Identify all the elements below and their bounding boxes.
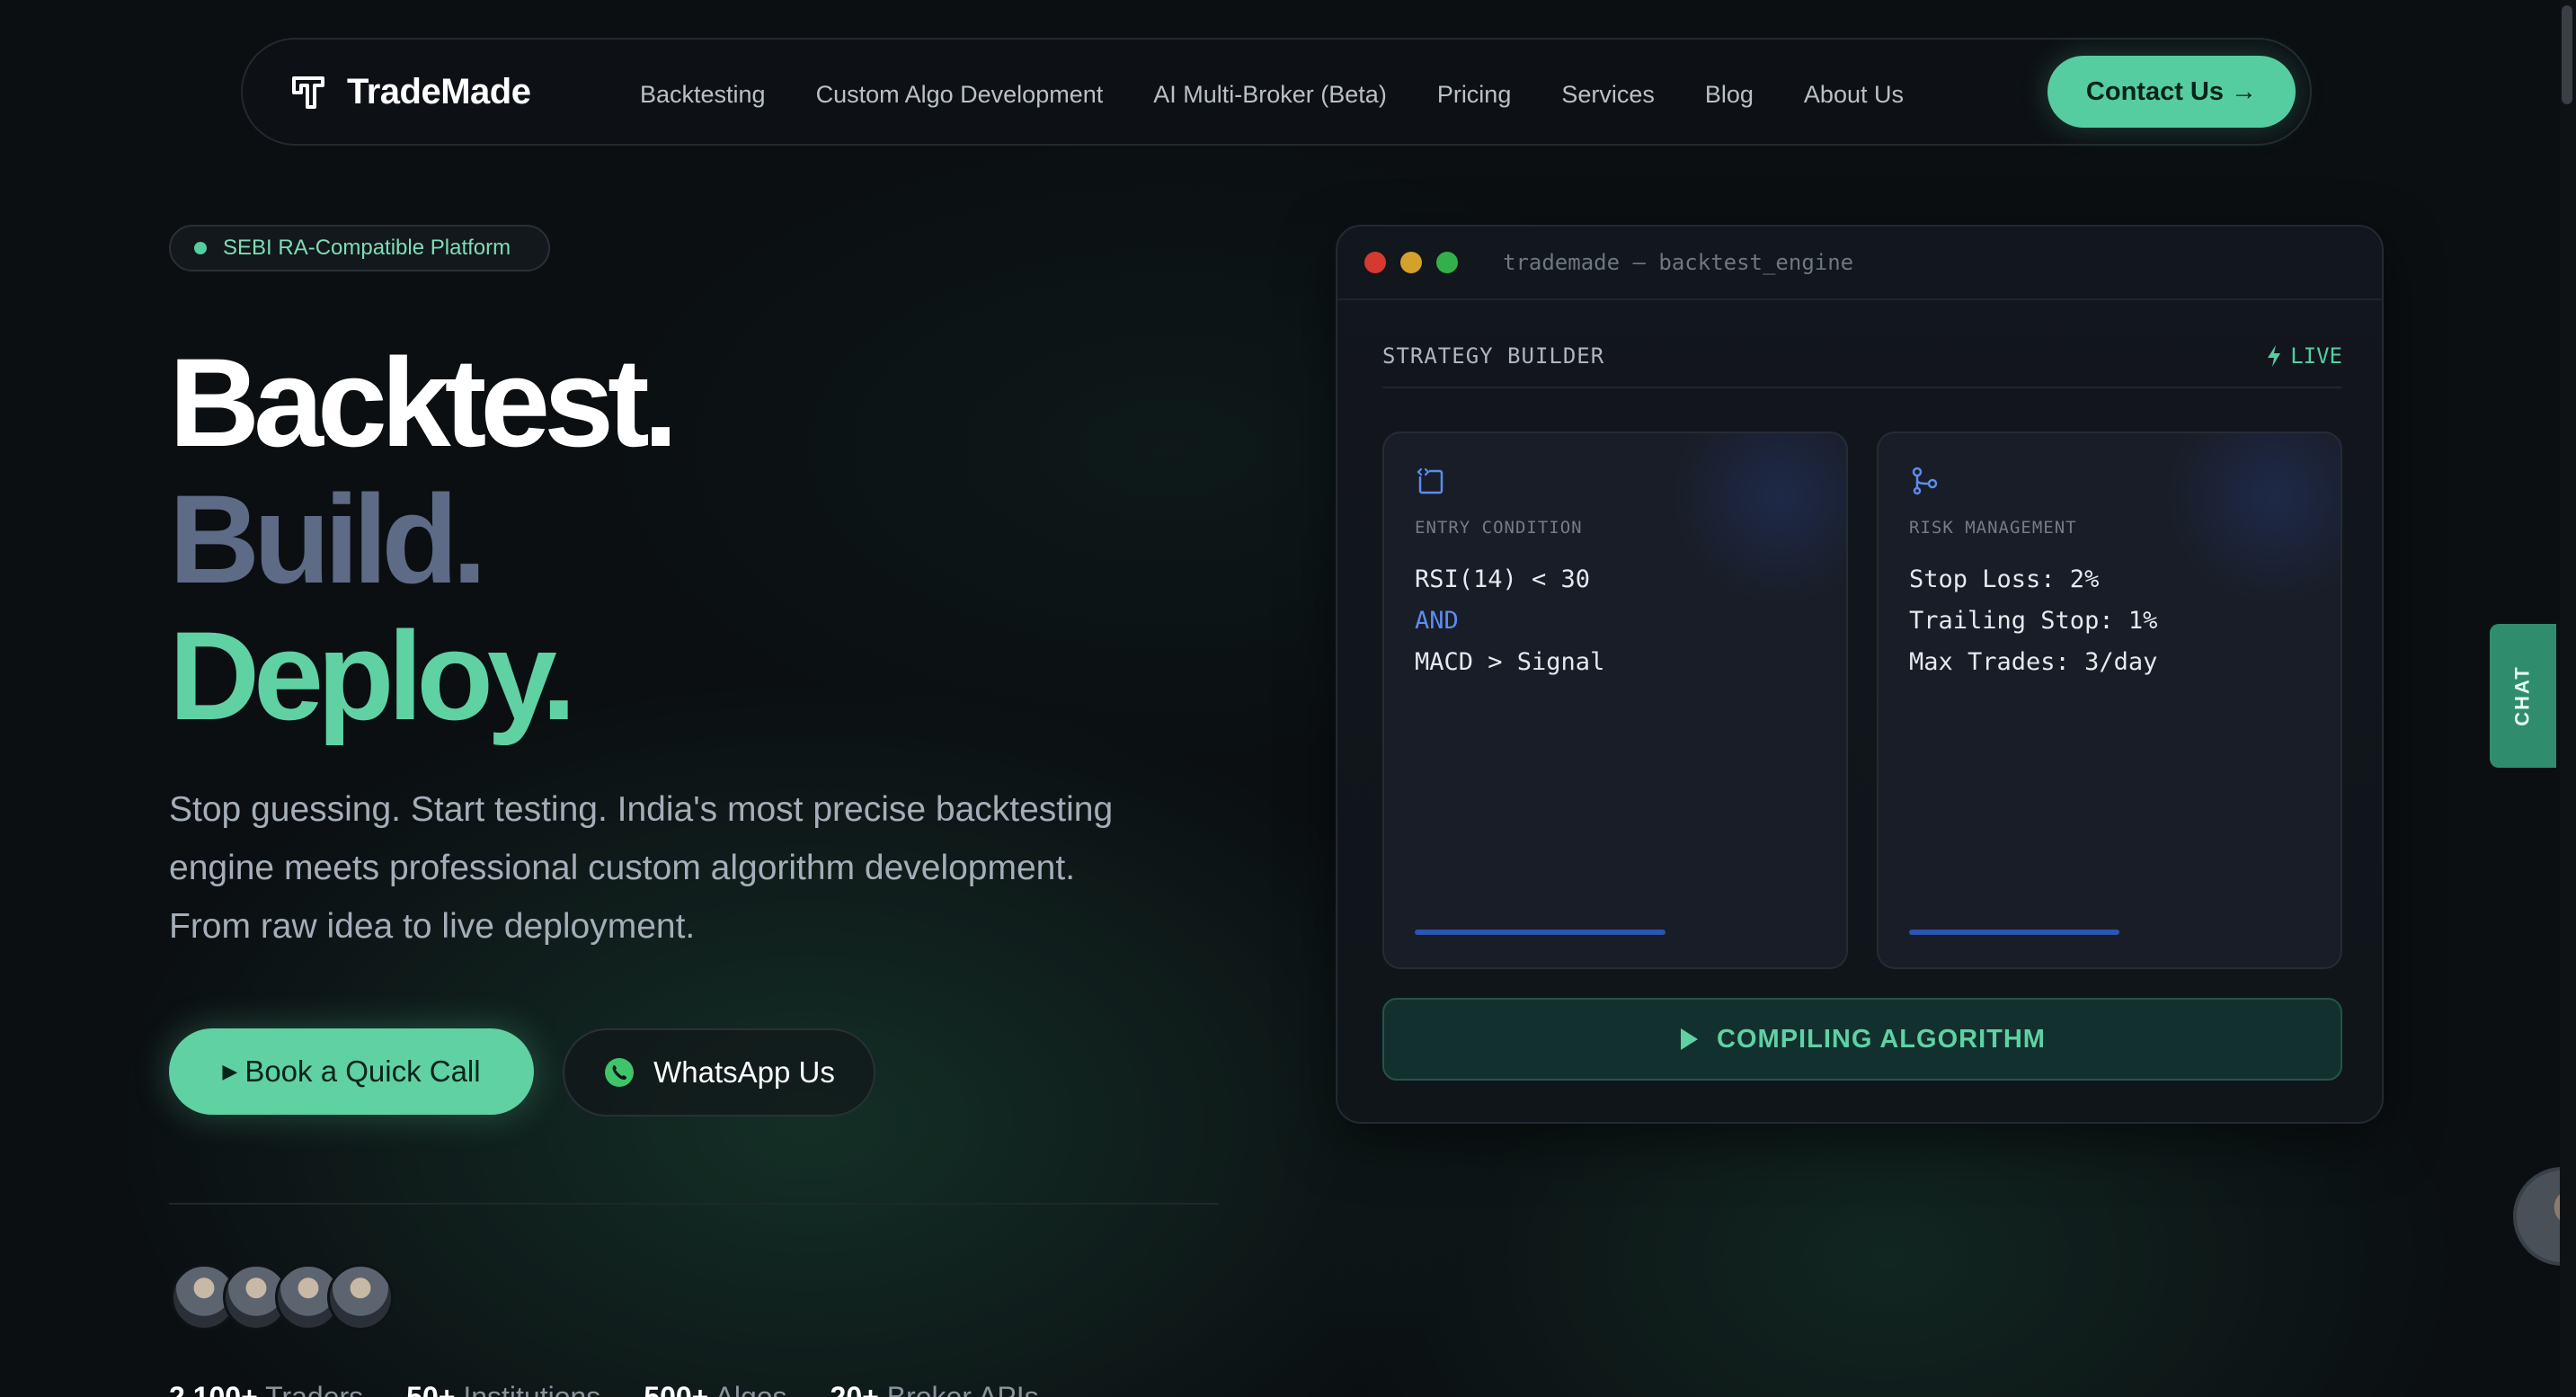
brand[interactable]: TradeMade [291, 72, 531, 112]
risk-management-code: Stop Loss: 2% Trailing Stop: 1% Max Trad… [1909, 559, 2157, 683]
card-label: ENTRY CONDITION [1415, 518, 1583, 538]
hero-subtext: Stop guessing. Start testing. India's mo… [169, 790, 1114, 946]
code-line: Trailing Stop: 1% [1909, 607, 2158, 635]
section-divider [169, 1203, 1219, 1205]
stat-institutions: 50+ Institutions [406, 1381, 600, 1397]
headline-deploy: Deploy. [169, 605, 576, 746]
chat-tab[interactable]: CHAT [2490, 624, 2556, 768]
brand-name: TradeMade [347, 72, 531, 111]
contact-us-button[interactable]: Contact Us → [2047, 56, 2296, 128]
code-bracket-icon [1417, 467, 1443, 494]
nav-link-about-us[interactable]: About Us [1804, 81, 1904, 109]
play-icon [1681, 1028, 1699, 1050]
strategy-builder-title: STRATEGY BUILDER [1382, 343, 1605, 369]
terminal-title: trademade — backtest_engine [1503, 250, 1854, 275]
entry-condition-code: RSI(14) < 30 AND MACD > Signal [1415, 559, 1604, 683]
stat-value: 500+ [644, 1381, 709, 1397]
maximize-dot [1436, 252, 1458, 273]
live-indicator: LIVE [2265, 343, 2342, 369]
avatar [327, 1264, 394, 1330]
code-line: Stop Loss: 2% [1909, 565, 2100, 593]
close-dot [1364, 252, 1386, 273]
headline-build: Build. [169, 468, 487, 610]
risk-management-card: RISK MANAGEMENT Stop Loss: 2% Trailing S… [1877, 432, 2342, 969]
sebi-badge: SEBI RA-Compatible Platform [169, 225, 550, 271]
book-call-label: Book a Quick Call [244, 1054, 481, 1088]
entry-condition-card: ENTRY CONDITION RSI(14) < 30 AND MACD > … [1382, 432, 1848, 969]
nav-links: Backtesting Custom Algo Development AI M… [640, 81, 1954, 109]
play-icon: ▶ [222, 1060, 238, 1082]
headline-backtest: Backtest. [169, 332, 679, 473]
terminal-titlebar: trademade — backtest_engine [1337, 227, 2382, 300]
nav-link-blog[interactable]: Blog [1705, 81, 1754, 109]
stat-label: Traders [265, 1381, 364, 1397]
code-line: MACD > Signal [1415, 648, 1605, 676]
whatsapp-icon [605, 1058, 635, 1087]
branch-icon [1912, 467, 1938, 495]
whatsapp-button[interactable]: WhatsApp Us [563, 1028, 875, 1117]
stat-value: 20+ [830, 1381, 879, 1397]
card-label: RISK MANAGEMENT [1909, 518, 2077, 538]
backtest-terminal-window: trademade — backtest_engine STRATEGY BUI… [1336, 225, 2384, 1124]
stat-traders: 2,100+ Traders [169, 1381, 363, 1397]
compiling-algorithm-button[interactable]: COMPILING ALGORITHM [1382, 998, 2342, 1081]
chat-label: CHAT [2511, 665, 2534, 726]
stat-value: 50+ [406, 1381, 456, 1397]
code-line-keyword: AND [1415, 607, 1459, 635]
stats-row: 2,100+ Traders 50+ Institutions 500+ Alg… [169, 1381, 1082, 1397]
nav-link-services[interactable]: Services [1561, 81, 1655, 109]
stat-algos: 500+ Algos [644, 1381, 786, 1397]
scrollbar-track[interactable] [2560, 0, 2576, 1397]
compile-label: COMPILING ALGORITHM [1717, 1024, 2046, 1054]
code-line: RSI(14) < 30 [1415, 565, 1591, 593]
scrollbar-thumb[interactable] [2562, 5, 2572, 104]
nav-link-backtesting[interactable]: Backtesting [640, 81, 766, 109]
risk-progress-bar [1909, 930, 2119, 935]
live-label: LIVE [2290, 343, 2342, 369]
stat-label: Broker APIs [886, 1381, 1039, 1397]
badge-label: SEBI RA-Compatible Platform [223, 236, 511, 260]
strategy-builder-header: STRATEGY BUILDER LIVE [1382, 343, 2342, 388]
nav-link-pricing[interactable]: Pricing [1437, 81, 1512, 109]
top-nav: TradeMade Backtesting Custom Algo Develo… [241, 38, 2312, 146]
book-call-button[interactable]: ▶ Book a Quick Call [169, 1028, 534, 1115]
entry-progress-bar [1415, 930, 1666, 935]
stat-broker-apis: 20+ Broker APIs [831, 1381, 1039, 1397]
status-dot [194, 242, 207, 254]
code-line: Max Trades: 3/day [1909, 648, 2158, 676]
stat-value: 2,100+ [169, 1381, 258, 1397]
stat-label: Institutions [463, 1381, 601, 1397]
whatsapp-label: WhatsApp Us [653, 1055, 835, 1089]
nav-link-ai-multi-broker[interactable]: AI Multi-Broker (Beta) [1153, 81, 1387, 109]
bolt-icon [2268, 345, 2281, 367]
stat-label: Algos [715, 1381, 787, 1397]
minimize-dot [1400, 252, 1422, 273]
customer-avatars [171, 1264, 394, 1330]
nav-link-custom-algo[interactable]: Custom Algo Development [816, 81, 1104, 109]
trademade-logo-icon [292, 76, 324, 109]
